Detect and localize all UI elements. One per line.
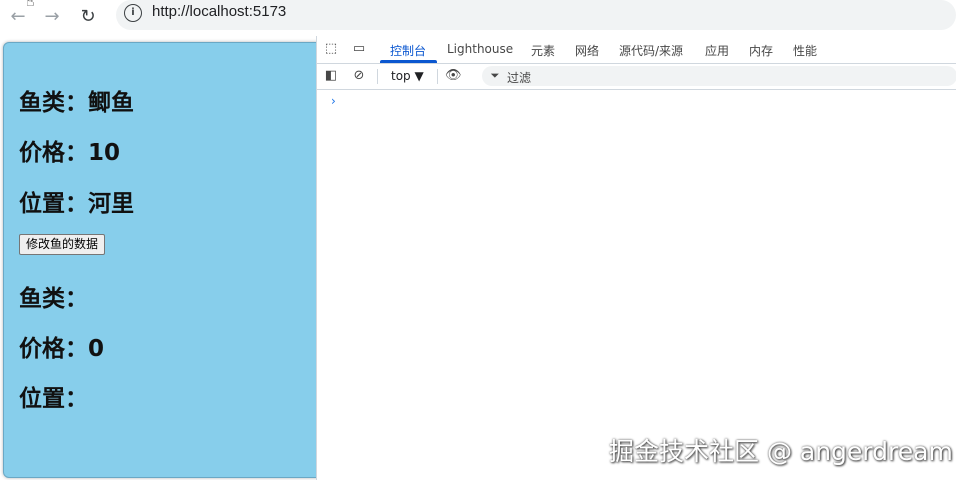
fish-location-1: 位置：河里 (19, 191, 134, 217)
tab-application[interactable]: 应用 (705, 42, 729, 59)
watermark: 掘金技术社区 @ angerdream (609, 437, 953, 466)
tab-memory[interactable]: 内存 (749, 42, 773, 59)
device-toolbar-icon[interactable]: ▭ (351, 41, 367, 57)
modify-fish-button[interactable]: 修改鱼的数据 (19, 234, 106, 255)
browser-toolbar: ← → ↻ ☝ i http://localhost:5173 (0, 0, 956, 36)
fish-price-1: 价格：10 (19, 140, 121, 166)
fish-kind-2: 鱼类： (19, 286, 88, 312)
tab-performance[interactable]: 性能 (793, 42, 817, 59)
tab-console[interactable]: 控制台 (390, 42, 426, 59)
context-selector[interactable]: top ▼ (391, 69, 424, 83)
toolbar-divider (377, 69, 378, 84)
app-panel: 鱼类：鲫鱼 价格：10 位置：河里 修改鱼的数据 鱼类： 价格：0 位置： (3, 42, 318, 478)
forward-button[interactable]: → (40, 4, 64, 28)
info-icon[interactable]: i (124, 4, 142, 22)
tab-sources[interactable]: 源代码/来源 (619, 42, 683, 59)
filter-input[interactable] (482, 66, 956, 86)
mouse-cursor-icon: ☝ (26, 0, 35, 10)
filter-icon: ⏷ (490, 69, 500, 82)
sidebar-toggle-icon[interactable]: ◧ (323, 68, 339, 84)
tab-lighthouse[interactable]: Lighthouse (447, 42, 513, 56)
reload-icon: ↻ (80, 5, 96, 27)
console-toolbar: ◧ ⊘ top ▼ 👁 ⏷ 过滤 (317, 64, 956, 90)
toolbar-divider (437, 69, 438, 84)
tab-elements[interactable]: 元素 (531, 42, 555, 59)
console-prompt[interactable]: › (331, 94, 336, 108)
fish-location-2: 位置： (19, 386, 88, 412)
inspect-element-icon[interactable]: ⬚ (323, 41, 339, 57)
fish-kind-1: 鱼类：鲫鱼 (19, 90, 134, 116)
filter-placeholder[interactable]: 过滤 (507, 69, 531, 86)
reload-button[interactable]: ↻ (76, 4, 100, 28)
active-tab-indicator (380, 60, 437, 63)
clear-console-icon[interactable]: ⊘ (351, 68, 367, 84)
devtools-panel: ⬚ ▭ 控制台 Lighthouse 元素 网络 源代码/来源 应用 内存 性能… (316, 36, 956, 480)
fish-price-2: 价格：0 (19, 336, 105, 362)
url-text[interactable]: http://localhost:5173 (152, 3, 286, 20)
arrow-right-icon: → (44, 5, 60, 27)
arrow-left-icon: ← (10, 5, 26, 27)
devtools-tabbar: ⬚ ▭ 控制台 Lighthouse 元素 网络 源代码/来源 应用 内存 性能 (317, 36, 956, 64)
tab-network[interactable]: 网络 (575, 42, 599, 59)
eye-icon[interactable]: 👁 (445, 68, 462, 84)
